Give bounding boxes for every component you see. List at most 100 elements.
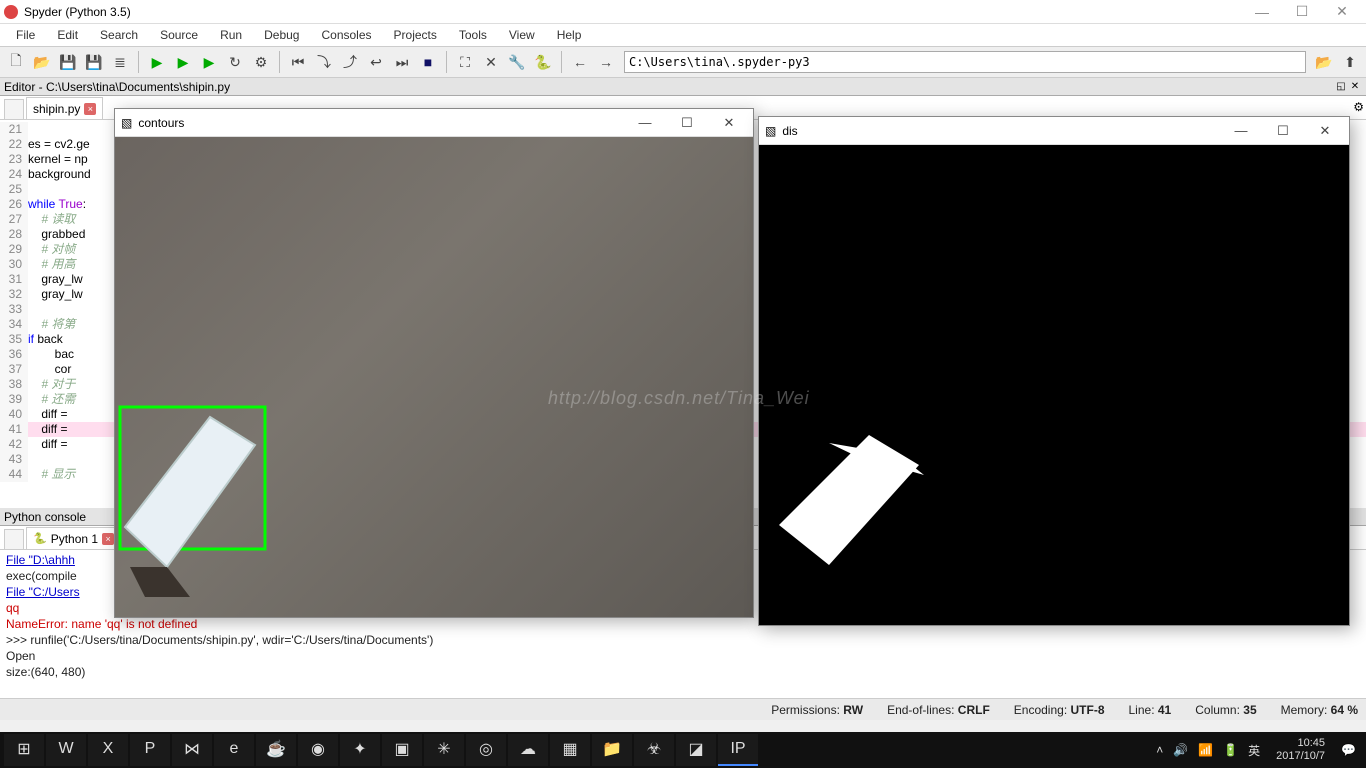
battery-icon[interactable]: 🔋 [1223,743,1238,757]
folder-icon[interactable]: 📁 [592,734,632,766]
menu-edit[interactable]: Edit [47,26,88,44]
dis-window-icon: ▧ [765,124,776,138]
saveall-icon[interactable]: 💾 [82,50,106,74]
step-into-icon[interactable]: ⏮ [286,50,310,74]
dis-window[interactable]: ▧ dis — ☐ ✕ [758,116,1350,626]
outline-icon[interactable]: ≣ [108,50,132,74]
contours-minimize-button[interactable]: — [627,115,663,130]
steam-icon[interactable]: ☁ [508,734,548,766]
menu-view[interactable]: View [499,26,545,44]
close-button[interactable]: ✕ [1322,3,1362,20]
pane-undock-icon[interactable]: ◱ [1334,81,1348,92]
contours-close-button[interactable]: ✕ [711,115,747,131]
windows-taskbar: ⊞WXP⋈e☕◉✦▣✳◎☁▦📁☣◪IP ˄ 🔊 📶 🔋 英 10:452017/10/7 💬 [0,732,1366,768]
chevron-up-icon[interactable]: ˄ [1156,743,1163,757]
status-memory: Memory: 64 % [1281,703,1358,717]
run-config-icon[interactable]: ⚙ [249,50,273,74]
open-file-icon[interactable]: 📂 [30,50,54,74]
menu-debug[interactable]: Debug [254,26,309,44]
menu-run[interactable]: Run [210,26,252,44]
step-over-icon[interactable]: ⤵ [312,50,336,74]
save-icon[interactable]: 💾 [56,50,80,74]
editor-pane-path: Editor - C:\Users\tina\Documents\shipin.… [4,80,230,94]
dis-close-button[interactable]: ✕ [1307,123,1343,139]
window-title: Spyder (Python 3.5) [24,5,131,19]
contours-window[interactable]: ▧ contours — ☐ ✕ [114,108,754,618]
maximize-button[interactable]: ☐ [1282,3,1322,20]
console-tab-close-icon[interactable]: × [102,533,114,545]
run-cell-advance-icon[interactable]: ▶ [197,50,221,74]
start-icon[interactable]: ⊞ [4,734,44,766]
preferences-icon[interactable]: 🔧 [505,50,529,74]
menu-tools[interactable]: Tools [449,26,497,44]
word-icon[interactable]: W [46,734,86,766]
python-icon[interactable]: 🐍 [531,50,555,74]
network-icon[interactable]: 📶 [1198,743,1213,757]
stop-icon[interactable]: ■ [416,50,440,74]
menu-consoles[interactable]: Consoles [311,26,381,44]
parent-icon[interactable]: 📂 [1312,50,1336,74]
misc-icon[interactable]: ◪ [676,734,716,766]
run-icon[interactable]: ▶ [145,50,169,74]
editor-tab-close-icon[interactable]: × [84,103,96,115]
status-column: Column: 35 [1195,703,1256,717]
excel-icon[interactable]: X [88,734,128,766]
taskbar-clock[interactable]: 10:452017/10/7 [1270,737,1331,763]
window-titlebar: Spyder (Python 3.5) — ☐ ✕ [0,0,1366,24]
sound-icon[interactable]: 🔊 [1173,743,1188,757]
menu-source[interactable]: Source [150,26,208,44]
toolbar-separator [138,51,139,73]
console-tab[interactable]: 🐍 Python 1 × [26,527,121,549]
console-tab-label: Python 1 [51,532,98,546]
ipy-icon[interactable]: IP [718,734,758,766]
contours-titlebar[interactable]: ▧ contours — ☐ ✕ [115,109,753,137]
console-pane-label: Python console [4,510,86,524]
ie-icon[interactable]: e [214,734,254,766]
status-encoding: Encoding: UTF-8 [1014,703,1105,717]
statusbar: Permissions: RW End-of-lines: CRLF Encod… [0,698,1366,720]
contours-maximize-button[interactable]: ☐ [669,115,705,131]
vs-icon[interactable]: ⋈ [172,734,212,766]
console-tab-list-button[interactable] [4,529,24,549]
atom-icon[interactable]: ✳ [424,734,464,766]
menubar: FileEditSearchSourceRunDebugConsolesProj… [0,24,1366,46]
powerpoint-icon[interactable]: P [130,734,170,766]
maximize-icon[interactable]: ⛶ [453,50,477,74]
dis-maximize-button[interactable]: ☐ [1265,123,1301,139]
tab-list-button[interactable] [4,99,24,119]
step-out-icon[interactable]: ⤴ [338,50,362,74]
pycharm-icon[interactable]: ▦ [550,734,590,766]
menu-help[interactable]: Help [547,26,592,44]
bug-icon[interactable]: ☣ [634,734,674,766]
menu-projects[interactable]: Projects [384,26,447,44]
dis-titlebar[interactable]: ▧ dis — ☐ ✕ [759,117,1349,145]
pane-close-icon[interactable]: ✕ [1348,81,1362,92]
spyder-icon [4,5,18,19]
new-file-icon[interactable]: 🗋 [4,50,28,74]
vm-icon[interactable]: ▣ [382,734,422,766]
menu-search[interactable]: Search [90,26,148,44]
dis-minimize-button[interactable]: — [1223,123,1259,138]
ime-icon[interactable]: 英 [1248,742,1260,759]
fullscreen-icon[interactable]: ✕ [479,50,503,74]
netease-icon[interactable]: ◉ [298,734,338,766]
forward-icon[interactable]: → [594,50,618,74]
chrome-icon[interactable]: ◎ [466,734,506,766]
bird-icon[interactable]: ✦ [340,734,380,766]
working-dir-input[interactable]: C:\Users\tina\.spyder-py3 [624,51,1306,73]
minimize-button[interactable]: — [1242,4,1282,20]
menu-file[interactable]: File [6,26,45,44]
rerun-icon[interactable]: ↻ [223,50,247,74]
editor-pane-title: Editor - C:\Users\tina\Documents\shipin.… [0,78,1366,96]
editor-options-icon[interactable]: ⚙ [1353,100,1364,114]
java-icon[interactable]: ☕ [256,734,296,766]
back-icon[interactable]: ← [568,50,592,74]
run-cell-icon[interactable]: ▶ [171,50,195,74]
toolbar-separator [279,51,280,73]
action-center-icon[interactable]: 💬 [1341,743,1356,757]
editor-tab[interactable]: shipin.py × [26,97,103,119]
status-permissions: Permissions: RW [771,703,863,717]
step-return-icon[interactable]: ↩ [364,50,388,74]
continue-icon[interactable]: ⏭ [390,50,414,74]
up-icon[interactable]: ⬆ [1338,50,1362,74]
